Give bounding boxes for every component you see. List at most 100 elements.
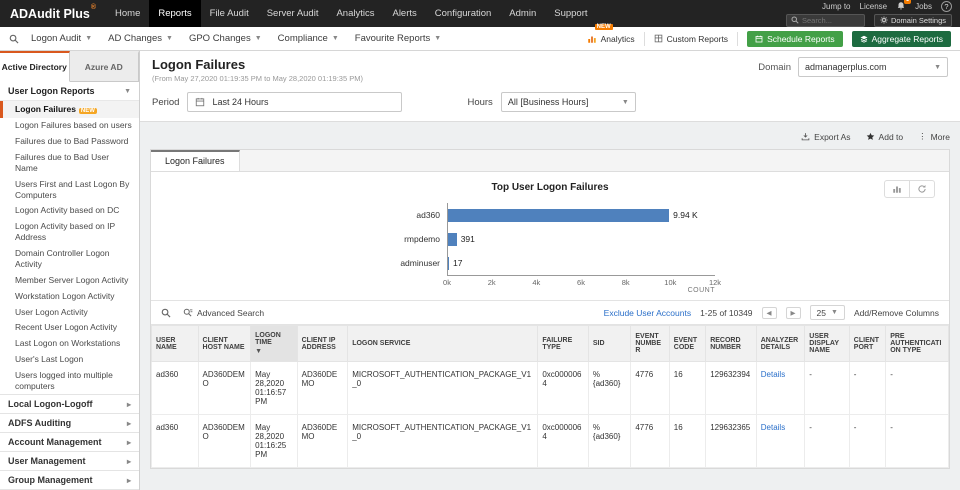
- tab-azure-ad[interactable]: Azure AD: [70, 51, 140, 82]
- period-picker[interactable]: Last 24 Hours: [187, 92, 402, 112]
- chart-refresh-icon[interactable]: [909, 181, 934, 197]
- page-size-dropdown[interactable]: 25 ▼: [810, 305, 845, 320]
- prev-page-button[interactable]: ◀: [762, 307, 777, 319]
- nav-alerts[interactable]: Alerts: [383, 0, 425, 27]
- nav-admin[interactable]: Admin: [500, 0, 545, 27]
- menu-ad-changes[interactable]: AD Changes▼: [108, 33, 173, 44]
- col-sid[interactable]: SID: [588, 326, 630, 362]
- license-link[interactable]: License: [860, 2, 888, 11]
- menu-favourite-reports[interactable]: Favourite Reports▼: [355, 33, 441, 44]
- page-header: Logon Failures (From May 27,2020 01:19:3…: [140, 51, 960, 122]
- nav-support[interactable]: Support: [545, 0, 596, 27]
- global-search[interactable]: [786, 14, 865, 27]
- more-button[interactable]: ⋮ More: [918, 131, 950, 142]
- menu-gpo-changes[interactable]: GPO Changes▼: [189, 33, 262, 44]
- col-failure-type[interactable]: FAILURE TYPE: [538, 326, 589, 362]
- details-link[interactable]: Details: [761, 370, 785, 379]
- sidebar-item-logon-activity-dc[interactable]: Logon Activity based on DC: [0, 203, 139, 219]
- col-client-port[interactable]: CLIENT PORT: [849, 326, 885, 362]
- bar-ad360[interactable]: [448, 209, 669, 222]
- sidebar-section-user-logon-reports[interactable]: User Logon Reports ▼: [0, 82, 139, 101]
- sidebar-item-logon-activity-ip[interactable]: Logon Activity based on IP Address: [0, 219, 139, 246]
- col-client-ip-address[interactable]: CLIENT IP ADDRESS: [297, 326, 348, 362]
- hours-label: Hours: [467, 97, 492, 108]
- analytics-button[interactable]: NEW Analytics: [587, 34, 635, 44]
- chart-grid: ad360 rmpdemo adminuser 9.94 K: [385, 203, 715, 275]
- sidebar-item-member-server-logon[interactable]: Member Server Logon Activity: [0, 272, 139, 288]
- nav-server-audit[interactable]: Server Audit: [258, 0, 328, 27]
- chart-x-axis: 0k 2k 4k 6k 8k 10k 12k: [447, 275, 715, 287]
- add-to-button[interactable]: Add to: [866, 132, 904, 142]
- col-logon-service[interactable]: LOGON SERVICE: [348, 326, 538, 362]
- col-client-host-name[interactable]: CLIENT HOST NAME: [198, 326, 251, 362]
- bar-adminuser[interactable]: [448, 257, 449, 270]
- nav-configuration[interactable]: Configuration: [426, 0, 501, 27]
- domain-label: Domain: [758, 62, 791, 73]
- col-event-code[interactable]: EVENT CODE: [669, 326, 705, 362]
- sidebar-item-first-last-logon-by-computers[interactable]: Users First and Last Logon By Computers: [0, 176, 139, 203]
- nav-reports[interactable]: Reports: [149, 0, 200, 27]
- jump-to-link[interactable]: Jump to: [822, 2, 850, 11]
- nav-analytics[interactable]: Analytics: [327, 0, 383, 27]
- chevron-right-icon: ▸: [127, 476, 131, 485]
- nav-file-audit[interactable]: File Audit: [201, 0, 258, 27]
- sidebar-list: User Logon Reports ▼ Logon FailuresNEW L…: [0, 82, 139, 490]
- chart-type-icon[interactable]: [885, 181, 909, 197]
- reports-search-icon[interactable]: [9, 34, 19, 44]
- sidebar-group-adfs-auditing[interactable]: ADFS Auditing▸: [0, 413, 139, 432]
- sidebar-item-users-multiple-computers[interactable]: Users logged into multiple computers: [0, 368, 139, 395]
- bar-rmpdemo[interactable]: [448, 233, 457, 246]
- sidebar-group-account-management[interactable]: Account Management▸: [0, 432, 139, 451]
- add-remove-columns-button[interactable]: Add/Remove Columns: [854, 308, 939, 318]
- tab-logon-failures[interactable]: Logon Failures: [151, 150, 240, 171]
- sidebar-item-logon-failures[interactable]: Logon FailuresNEW: [0, 101, 139, 118]
- sidebar-item-logon-failures-based-on-users[interactable]: Logon Failures based on users: [0, 118, 139, 134]
- col-analyzer-details[interactable]: ANALYZER DETAILS: [756, 326, 805, 362]
- sidebar-group-user-management[interactable]: User Management▸: [0, 451, 139, 470]
- custom-reports-button[interactable]: Custom Reports: [654, 34, 728, 44]
- sidebar-group-group-management[interactable]: Group Management▸: [0, 470, 139, 489]
- bar-chart: ad360 rmpdemo adminuser 9.94 K: [385, 203, 715, 294]
- domain-dropdown[interactable]: admanagerplus.com ▼: [798, 57, 948, 77]
- nav-home[interactable]: Home: [106, 0, 149, 27]
- menu-logon-audit[interactable]: Logon Audit▼: [31, 33, 92, 44]
- next-page-button[interactable]: ▶: [786, 307, 801, 319]
- col-pre-authentication-type[interactable]: PRE AUTHENTICATION TYPE: [886, 326, 949, 362]
- col-event-number[interactable]: EVENT NUMBER: [631, 326, 669, 362]
- aggregate-reports-button[interactable]: Aggregate Reports: [852, 31, 951, 47]
- col-user-name[interactable]: USER NAME: [152, 326, 199, 362]
- sidebar-item-domain-controller-logon[interactable]: Domain Controller Logon Activity: [0, 246, 139, 273]
- domain-selector: Domain admanagerplus.com ▼: [758, 57, 948, 77]
- col-record-number[interactable]: RECORD NUMBER: [706, 326, 757, 362]
- sort-desc-icon[interactable]: ▼: [255, 348, 293, 355]
- sidebar-item-workstation-logon[interactable]: Workstation Logon Activity: [0, 288, 139, 304]
- search-icon: [791, 16, 799, 24]
- menu-compliance[interactable]: Compliance▼: [278, 33, 339, 44]
- export-as-button[interactable]: Export As: [801, 132, 850, 142]
- section-label: User Logon Reports: [8, 86, 95, 96]
- domain-settings-button[interactable]: Domain Settings: [874, 14, 952, 27]
- app-logo[interactable]: ADAudit Plus®: [0, 0, 106, 27]
- hours-dropdown[interactable]: All [Business Hours] ▼: [501, 92, 636, 112]
- sidebar-item-user-logon-activity[interactable]: User Logon Activity: [0, 304, 139, 320]
- col-logon-time[interactable]: LOGON TIME ▼: [251, 326, 298, 362]
- tab-active-directory[interactable]: Active Directory: [0, 51, 70, 82]
- help-icon[interactable]: ?: [941, 1, 952, 12]
- jobs-link[interactable]: Jobs: [915, 2, 932, 11]
- menu-label: GPO Changes: [189, 33, 251, 44]
- details-link[interactable]: Details: [761, 423, 785, 432]
- schedule-reports-button[interactable]: Schedule Reports: [747, 31, 843, 47]
- advanced-search-button[interactable]: Advanced Search: [183, 308, 264, 318]
- exclude-user-accounts-link[interactable]: Exclude User Accounts: [604, 308, 691, 318]
- global-search-input[interactable]: [802, 16, 860, 25]
- cell-user-name: ad360: [152, 415, 199, 468]
- table-search-icon[interactable]: [161, 308, 171, 318]
- sidebar-item-users-last-logon[interactable]: User's Last Logon: [0, 352, 139, 368]
- sidebar-group-local-logon-logoff[interactable]: Local Logon-Logoff▸: [0, 394, 139, 413]
- sidebar-item-failures-bad-user-name[interactable]: Failures due to Bad User Name: [0, 149, 139, 176]
- sidebar-item-last-logon-workstations[interactable]: Last Logon on Workstations: [0, 336, 139, 352]
- sidebar-item-recent-user-logon[interactable]: Recent User Logon Activity: [0, 320, 139, 336]
- col-user-display-name[interactable]: USER DISPLAY NAME: [805, 326, 850, 362]
- sidebar-item-failures-bad-password[interactable]: Failures due to Bad Password: [0, 134, 139, 150]
- notifications-button[interactable]: 1: [896, 1, 906, 11]
